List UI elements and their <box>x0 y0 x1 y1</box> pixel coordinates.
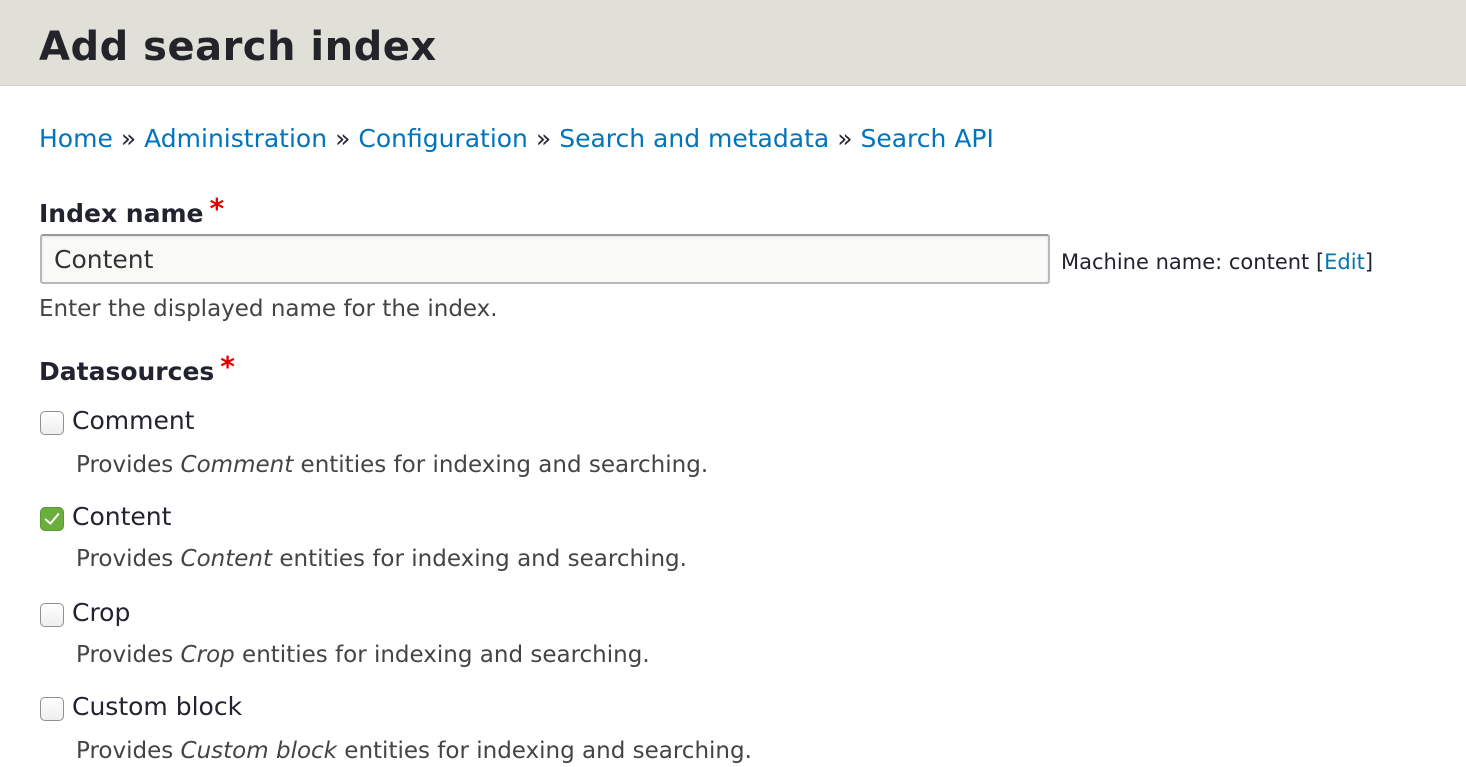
checkbox-custom-block[interactable] <box>40 697 64 721</box>
required-asterisk-icon: * <box>209 192 225 225</box>
index-name-label: Index name * <box>39 192 224 231</box>
breadcrumb-separator: » <box>535 124 552 153</box>
breadcrumb-home[interactable]: Home <box>39 124 113 153</box>
breadcrumb-separator: » <box>837 124 853 153</box>
machine-name: Machine name: content [Edit] <box>1061 248 1373 276</box>
desc-suffix: entities for indexing and searching. <box>293 452 709 478</box>
required-asterisk-icon: * <box>220 350 235 383</box>
datasources-label-text: Datasources <box>39 357 215 386</box>
desc-prefix: Provides <box>76 642 181 668</box>
machine-name-edit-link[interactable]: Edit <box>1324 250 1365 274</box>
desc-entity: Comment <box>180 452 294 478</box>
page-title: Add search index <box>39 24 437 70</box>
machine-name-suffix: ] <box>1364 250 1374 274</box>
desc-prefix: Provides <box>76 452 181 478</box>
index-name-description: Enter the displayed name for the index. <box>39 296 498 322</box>
page-header: Add search index <box>0 0 1466 86</box>
index-name-label-text: Index name <box>39 199 204 228</box>
desc-entity: Crop <box>180 642 235 668</box>
breadcrumb-separator: » <box>335 124 351 153</box>
checkbox-crop[interactable] <box>40 603 64 627</box>
checkbox-label-content[interactable]: Content <box>72 500 171 534</box>
desc-entity: Custom block <box>180 738 337 764</box>
breadcrumb-search-and-metadata[interactable]: Search and metadata <box>559 124 829 153</box>
desc-prefix: Provides <box>76 546 181 572</box>
datasource-content-description: Provides Content entities for indexing a… <box>76 543 687 575</box>
desc-prefix: Provides <box>76 738 181 764</box>
breadcrumb-configuration[interactable]: Configuration <box>358 124 528 153</box>
desc-suffix: entities for indexing and searching. <box>337 738 752 764</box>
breadcrumb-separator: » <box>120 124 137 153</box>
checkbox-label-crop[interactable]: Crop <box>72 596 130 630</box>
index-name-input[interactable] <box>40 234 1050 284</box>
checkbox-comment[interactable] <box>40 411 64 435</box>
desc-suffix: entities for indexing and searching. <box>272 546 687 572</box>
datasource-comment-description: Provides Comment entities for indexing a… <box>76 449 708 481</box>
desc-suffix: entities for indexing and searching. <box>234 642 650 668</box>
datasources-label: Datasources * <box>39 350 235 389</box>
desc-entity: Content <box>180 546 273 572</box>
breadcrumb: Home» Administration» Configuration» Search… <box>39 122 994 156</box>
breadcrumb-administration[interactable]: Administration <box>144 124 327 153</box>
checkbox-content-checked-icon[interactable] <box>40 507 64 531</box>
checkbox-label-comment[interactable]: Comment <box>72 404 195 438</box>
machine-name-prefix: Machine name: content [ <box>1061 250 1325 274</box>
datasource-crop-description: Provides Crop entities for indexing and … <box>76 639 650 671</box>
datasource-custom-block-description: Provides Custom block entities for index… <box>76 735 752 767</box>
checkbox-label-custom-block[interactable]: Custom block <box>72 690 242 724</box>
breadcrumb-search-api[interactable]: Search API <box>860 124 993 153</box>
